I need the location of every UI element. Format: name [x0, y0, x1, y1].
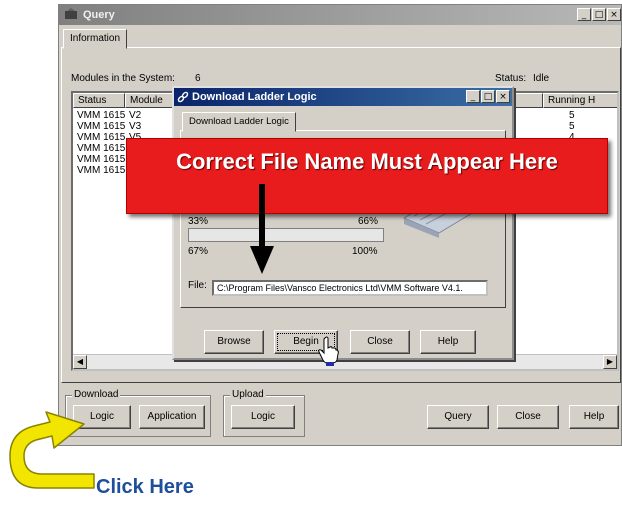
progress-bar-1 — [188, 228, 384, 242]
row-running: 5 — [569, 121, 575, 132]
download-application-button[interactable]: Application — [139, 405, 205, 429]
row-status: VMM 1615 — [77, 110, 126, 121]
upload-group-label: Upload — [230, 389, 266, 400]
scroll-left-icon[interactable]: ◀ — [73, 355, 87, 369]
row-status: VMM 1615 — [77, 143, 126, 154]
column-header-running[interactable]: Running H — [543, 93, 617, 108]
column-header-status[interactable]: Status — [73, 93, 125, 108]
status-label: Status: — [495, 73, 527, 84]
tab-information[interactable]: Information — [63, 29, 128, 49]
tab-download-ladder-logic[interactable]: Download Ladder Logic — [182, 112, 296, 132]
dialog-help-button[interactable]: Help — [420, 330, 476, 354]
annotation-banner: Correct File Name Must Appear Here — [126, 138, 608, 214]
progress-label-start: 33% — [188, 216, 209, 227]
progress-label-67: 67% — [188, 246, 209, 257]
dialog-minimize-button[interactable]: _ — [466, 90, 480, 103]
window-title: Query — [83, 9, 115, 21]
row-status: VMM 1615 — [77, 154, 126, 165]
chain-link-icon — [177, 91, 189, 103]
browse-button[interactable]: Browse — [204, 330, 264, 354]
query-button[interactable]: Query — [427, 405, 489, 429]
file-path-field[interactable]: C:\Program Files\Vansco Electronics Ltd\… — [212, 280, 488, 296]
window-close-button[interactable]: × — [607, 8, 621, 21]
help-button[interactable]: Help — [569, 405, 619, 429]
title-bar: Query _ □ × — [59, 5, 621, 25]
status-value: Idle — [533, 73, 550, 84]
dialog-close-x-button[interactable]: × — [496, 90, 510, 103]
close-button[interactable]: Close — [497, 405, 559, 429]
modules-label: Modules in the System: — [71, 73, 175, 84]
row-running: 5 — [569, 110, 575, 121]
progress-label-100: 100% — [352, 246, 378, 257]
dialog-close-button[interactable]: Close — [350, 330, 410, 354]
hand-cursor-icon — [318, 336, 339, 366]
file-label: File: — [188, 280, 207, 291]
banner-text: Correct File Name Must Appear Here — [176, 149, 558, 174]
row-module: V3 — [129, 121, 142, 132]
maximize-button[interactable]: □ — [592, 8, 606, 21]
dialog-maximize-button[interactable]: □ — [481, 90, 495, 103]
row-status: VMM 1615 — [77, 121, 126, 132]
modules-count: 6 — [195, 73, 201, 84]
window-icon — [65, 8, 77, 19]
column-header-module[interactable]: Module — [125, 93, 175, 108]
scroll-right-icon[interactable]: ▶ — [603, 355, 617, 369]
row-module: V2 — [129, 110, 142, 121]
row-status: VMM 1615 — [77, 132, 126, 143]
minimize-button[interactable]: _ — [577, 8, 591, 21]
upload-logic-button[interactable]: Logic — [231, 405, 295, 429]
progress-label-mid: 66% — [358, 216, 379, 227]
dialog-title: Download Ladder Logic — [174, 88, 512, 106]
row-status: VMM 1615 — [77, 165, 126, 176]
click-here-label: Click Here — [96, 476, 194, 498]
download-ladder-logic-dialog: Download Ladder Logic _ □ × Download Lad… — [172, 86, 514, 360]
down-arrow-icon — [250, 184, 274, 274]
